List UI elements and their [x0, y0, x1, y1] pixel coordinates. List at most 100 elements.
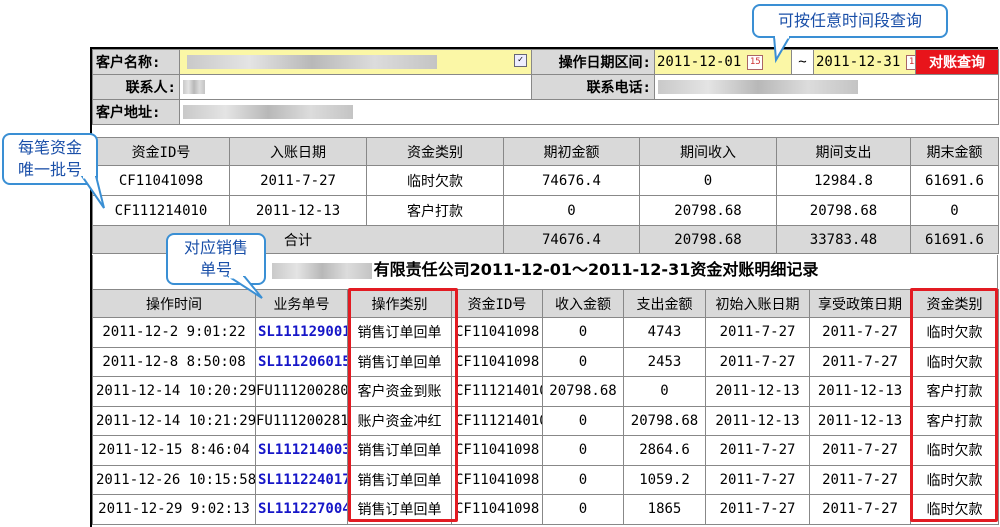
- detail-col-header: 收入金额: [542, 289, 624, 318]
- detail-cell: 2011-7-27: [705, 464, 810, 495]
- detail-cell: 0: [542, 494, 624, 525]
- detail-cell: 2453: [623, 346, 706, 377]
- detail-cell: 2011-7-27: [809, 317, 911, 348]
- phone-value: [654, 74, 999, 100]
- highlight-operation-type: [348, 288, 458, 522]
- callout-unique-batch-tail: [80, 176, 105, 209]
- customer-name-input[interactable]: ✓: [179, 49, 532, 75]
- detail-cell: 2011-7-27: [809, 435, 911, 466]
- summary-total-cell: 33783.48: [776, 225, 911, 254]
- summary-cell: 61691.6: [910, 165, 999, 196]
- detail-cell: 2864.6: [623, 435, 706, 466]
- detail-col-header: 享受政策日期: [809, 289, 911, 318]
- detail-cell: 4743: [623, 317, 706, 348]
- detail-cell: 2011-12-26 10:15:58: [92, 464, 256, 495]
- order-number: FU111200281: [255, 405, 348, 436]
- detail-cell: 2011-7-27: [705, 346, 810, 377]
- detail-row: 2011-12-29 9:02:13 SL111227004 销售订单回单 CF110…: [92, 494, 999, 525]
- summary-col-header: 资金ID号: [92, 137, 230, 166]
- detail-row: 2011-12-2 9:01:22 SL111129001 销售订单回单 CF1104…: [92, 317, 999, 348]
- redacted-contact: [183, 80, 205, 94]
- detail-cell: 0: [623, 376, 706, 407]
- summary-header-row: 资金ID号 入账日期 资金类别 期初金额 期间收入 期间支出 期末金额: [92, 137, 999, 166]
- date-to-value: 2011-12-31: [816, 54, 901, 70]
- customer-name-label: 客户名称:: [92, 49, 180, 75]
- detail-cell: 1865: [623, 494, 706, 525]
- detail-cell: 2011-12-13: [705, 405, 810, 436]
- summary-total-cell: 74676.4: [503, 225, 640, 254]
- detail-cell: CF11041098: [451, 317, 543, 348]
- detail-cell: 2011-7-27: [809, 464, 911, 495]
- detail-cell: CF11041098: [451, 346, 543, 377]
- address-value: [179, 99, 999, 125]
- detail-cell: 2011-7-27: [705, 435, 810, 466]
- detail-col-header: 资金ID号: [451, 289, 543, 318]
- order-number-link[interactable]: SL111206015: [255, 346, 348, 377]
- summary-total-cell: 61691.6: [910, 225, 999, 254]
- redacted-company: [271, 262, 372, 279]
- summary-cell: 临时欠款: [366, 165, 504, 196]
- detail-cell: 1059.2: [623, 464, 706, 495]
- detail-cell: 20798.68: [542, 376, 624, 407]
- detail-row: 2011-12-8 8:50:08 SL111206015 销售订单回单 CF1104…: [92, 346, 999, 377]
- contact-value: [179, 74, 532, 100]
- summary-row: CF111214010 2011-12-13 客户打款 0 20798.68 20798.…: [92, 195, 999, 226]
- order-number: FU111200280: [255, 376, 348, 407]
- detail-cell: 0: [542, 346, 624, 377]
- detail-cell: 2011-7-27: [705, 494, 810, 525]
- query-button[interactable]: 对账查询: [915, 49, 999, 75]
- summary-cell: CF11041098: [92, 165, 230, 196]
- detail-cell: 2011-12-13: [705, 376, 810, 407]
- detail-cell: 2011-12-14 10:21:29: [92, 405, 256, 436]
- summary-col-header: 期间支出: [776, 137, 911, 166]
- address-label: 客户地址:: [92, 99, 180, 125]
- lookup-icon[interactable]: ✓: [514, 54, 527, 67]
- detail-cell: 20798.68: [623, 405, 706, 436]
- detail-cell: CF111214010: [451, 376, 543, 407]
- date-to-input[interactable]: 2011-12-31 15: [813, 49, 916, 75]
- fund-detail-table: 操作时间 业务单号 操作类别 资金ID号 收入金额 支出金额 初始入账日期 享受政策日期 资金类…: [92, 289, 999, 525]
- summary-cell: 0: [910, 195, 999, 226]
- customer-row-2: 联系人: 联系电话:: [92, 74, 999, 100]
- detail-cell: 2011-12-13: [809, 405, 911, 436]
- detail-cell: 2011-12-14 10:20:29: [92, 376, 256, 407]
- summary-cell: 12984.8: [776, 165, 911, 196]
- detail-cell: 2011-7-27: [809, 346, 911, 377]
- order-number-link[interactable]: SL111129001: [255, 317, 348, 348]
- detail-cell: CF111214010: [451, 405, 543, 436]
- report-title-text: 有限责任公司2011-12-01～2011-12-31资金对账明细记录: [373, 260, 819, 279]
- detail-cell: 2011-12-8 8:50:08: [92, 346, 256, 377]
- callout-sales-order-tail: [226, 276, 263, 299]
- calendar-icon[interactable]: 15: [906, 54, 915, 70]
- summary-cell: CF111214010: [92, 195, 230, 226]
- order-number-link[interactable]: SL111224017: [255, 464, 348, 495]
- summary-total-cell: 20798.68: [639, 225, 777, 254]
- calendar-icon[interactable]: 15: [747, 54, 764, 70]
- summary-cell: 0: [503, 195, 640, 226]
- redacted-name: [187, 55, 437, 69]
- date-range-label: 操作日期区间:: [531, 49, 655, 75]
- detail-cell: 0: [542, 405, 624, 436]
- detail-cell: 2011-12-15 8:46:04: [92, 435, 256, 466]
- summary-row: CF11041098 2011-7-27 临时欠款 74676.4 0 12984.8 61…: [92, 165, 999, 196]
- detail-cell: 0: [542, 435, 624, 466]
- phone-label: 联系电话:: [531, 74, 655, 100]
- summary-cell: 20798.68: [776, 195, 911, 226]
- summary-col-header: 期间收入: [639, 137, 777, 166]
- highlight-fund-category: [910, 288, 998, 522]
- detail-row: 2011-12-15 8:46:04 SL111214003 销售订单回单 CF110…: [92, 435, 999, 466]
- summary-col-header: 期初金额: [503, 137, 640, 166]
- order-number-link[interactable]: SL111214003: [255, 435, 348, 466]
- order-number-link[interactable]: SL111227004: [255, 494, 348, 525]
- summary-cell: 0: [639, 165, 777, 196]
- detail-cell: 2011-12-2 9:01:22: [92, 317, 256, 348]
- detail-cell: CF11041098: [451, 494, 543, 525]
- date-from-value: 2011-12-01: [657, 54, 742, 70]
- detail-cell: 0: [542, 464, 624, 495]
- summary-cell: 20798.68: [639, 195, 777, 226]
- detail-cell: CF11041098: [451, 464, 543, 495]
- redacted-address: [183, 105, 353, 119]
- customer-row-1: 客户名称: ✓ 操作日期区间: 2011-12-01 15 ~ 2011-12-3…: [92, 49, 999, 75]
- detail-row: 2011-12-14 10:20:29 FU111200280 客户资金到账 CF11…: [92, 376, 999, 407]
- redacted-phone: [658, 80, 858, 94]
